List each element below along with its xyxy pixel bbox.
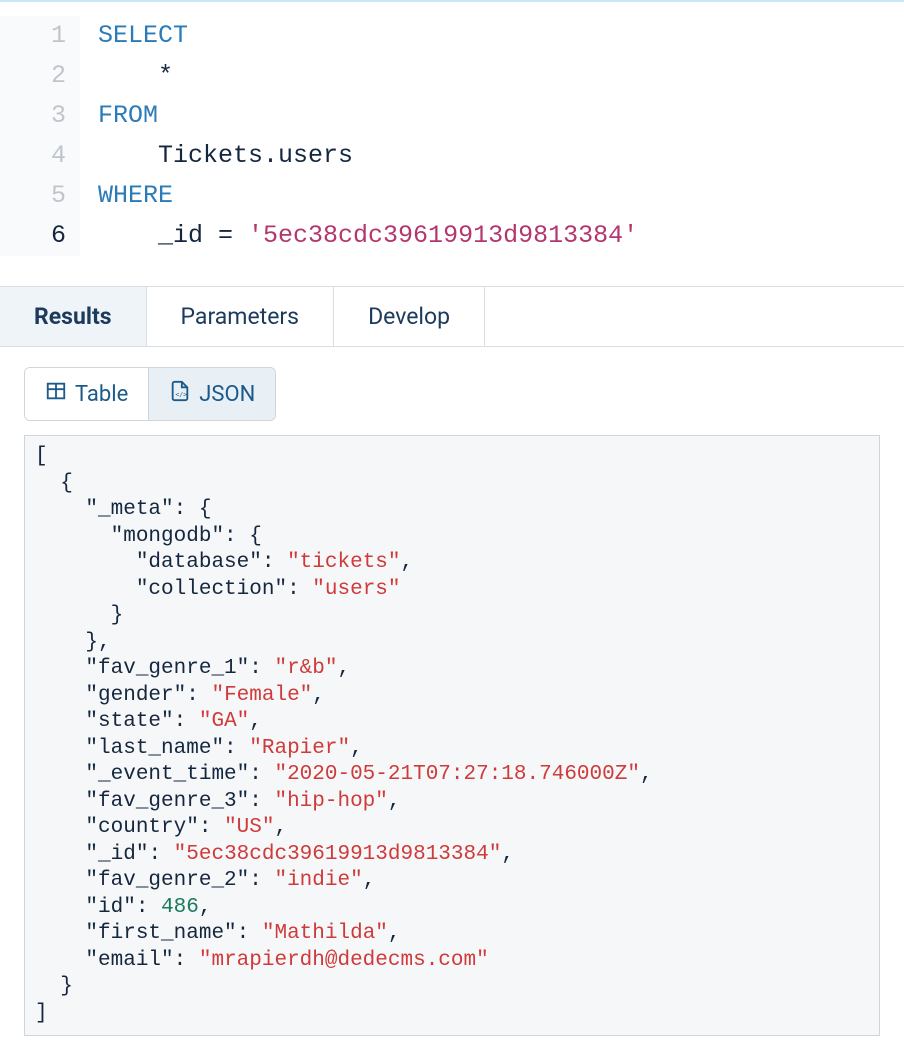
editor-line[interactable]: 4 Tickets.users (0, 136, 904, 176)
sql-editor[interactable]: 1SELECT2 *3FROM4 Tickets.users5WHERE6 _i… (0, 0, 904, 286)
editor-line[interactable]: 5WHERE (0, 176, 904, 216)
code-content[interactable]: FROM (80, 96, 158, 136)
button-label: Table (75, 382, 128, 407)
tab-parameters[interactable]: Parameters (147, 287, 335, 346)
line-number: 4 (0, 136, 80, 176)
tab-develop[interactable]: Develop (334, 287, 485, 346)
svg-text:</>: </> (176, 391, 188, 399)
table-view-button[interactable]: Table (25, 368, 148, 420)
result-tabs: ResultsParametersDevelop (0, 286, 904, 347)
line-number: 3 (0, 96, 80, 136)
editor-line[interactable]: 3FROM (0, 96, 904, 136)
json-output[interactable]: [ { "_meta": { "mongodb": { "database": … (24, 435, 880, 1036)
view-format-buttons: Table </> JSON (0, 347, 904, 435)
editor-line[interactable]: 2 * (0, 56, 904, 96)
line-number: 6 (0, 216, 80, 256)
json-view-button[interactable]: </> JSON (148, 368, 275, 420)
button-label: JSON (199, 382, 255, 407)
json-file-icon: </> (169, 380, 191, 408)
code-content[interactable]: * (80, 56, 173, 96)
code-content[interactable]: _id = '5ec38cdc39619913d9813384' (80, 216, 638, 256)
table-icon (45, 380, 67, 408)
line-number: 1 (0, 16, 80, 56)
line-number: 5 (0, 176, 80, 216)
editor-line[interactable]: 6 _id = '5ec38cdc39619913d9813384' (0, 216, 904, 256)
code-content[interactable]: SELECT (80, 16, 188, 56)
tab-results[interactable]: Results (0, 287, 147, 346)
editor-line[interactable]: 1SELECT (0, 16, 904, 56)
code-content[interactable]: WHERE (80, 176, 173, 216)
line-number: 2 (0, 56, 80, 96)
code-content[interactable]: Tickets.users (80, 136, 353, 176)
